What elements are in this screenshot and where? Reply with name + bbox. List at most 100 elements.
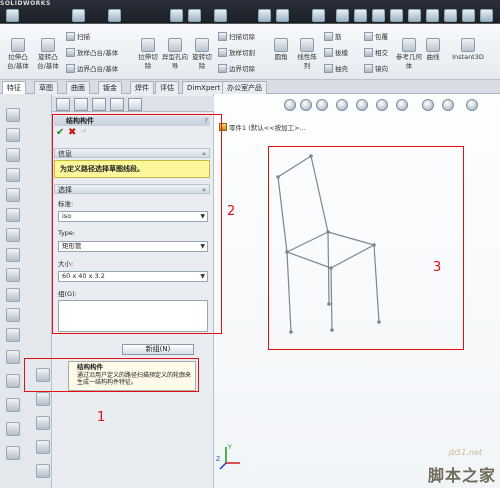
- annotation-box-1: [24, 358, 199, 392]
- lofted-cut-button[interactable]: 放样切割: [218, 48, 255, 58]
- select-icon[interactable]: [108, 9, 121, 22]
- appearance-icon[interactable]: [258, 9, 271, 22]
- reference-geometry-button[interactable]: 参考几何体: [396, 38, 422, 71]
- tool-icon-17[interactable]: [6, 446, 20, 460]
- tool-icon-8[interactable]: [6, 248, 20, 262]
- extruded-cut-button[interactable]: 拉伸切除: [136, 38, 160, 71]
- tool-icon-6[interactable]: [6, 208, 20, 222]
- linear-pattern-icon: [300, 38, 314, 52]
- sweep-icon: [66, 32, 75, 41]
- view-bottom-icon[interactable]: [426, 9, 439, 22]
- shell-button[interactable]: 抽壳: [324, 64, 348, 74]
- tool-icon-13[interactable]: [6, 350, 20, 364]
- tool-icon-2[interactable]: [6, 128, 20, 142]
- draft-button[interactable]: 拔模: [324, 48, 348, 58]
- new-group-button[interactable]: 新组(N): [122, 344, 194, 355]
- curves-icon: [426, 38, 440, 52]
- dimxpert-tab-icon[interactable]: [110, 98, 124, 111]
- tool-icon-16[interactable]: [6, 422, 20, 436]
- hide-show-icon[interactable]: [214, 9, 227, 22]
- shell-icon: [324, 64, 333, 73]
- view-front-icon[interactable]: [336, 9, 349, 22]
- tab-surfaces[interactable]: 曲面: [66, 81, 90, 94]
- extruded-boss-button[interactable]: 拉伸凸台/基体: [4, 38, 32, 71]
- view-left-icon[interactable]: [372, 9, 385, 22]
- annotation-box-2: [52, 114, 222, 334]
- intersect-button[interactable]: 相交: [364, 48, 388, 58]
- tool-icon-5[interactable]: [6, 188, 20, 202]
- tool-icon-11[interactable]: [6, 308, 20, 322]
- instant3d-icon: [461, 38, 475, 52]
- fillet-icon: [274, 38, 288, 52]
- watermark-text: 脚本之家: [427, 466, 496, 485]
- command-tabs: 特征 草图 曲面 钣金 焊件 评估 DimXpert 办公室产品: [0, 80, 500, 94]
- tab-evaluate[interactable]: 评估: [155, 81, 179, 94]
- tool-icon-12[interactable]: [6, 328, 20, 342]
- tab-sheet-metal[interactable]: 钣金: [98, 81, 122, 94]
- revolved-boss-button[interactable]: 旋转凸台/基体: [34, 38, 62, 71]
- tool-icon-7[interactable]: [6, 228, 20, 242]
- tool-icon-14[interactable]: [6, 374, 20, 388]
- instant3d-button[interactable]: Instant3D: [448, 38, 488, 62]
- hole-wizard-icon: [168, 38, 182, 52]
- tool-icon-1[interactable]: [6, 108, 20, 122]
- hole-wizard-button[interactable]: 异型孔向导: [162, 38, 188, 71]
- view-iso-icon[interactable]: [444, 9, 457, 22]
- property-manager-tab-icon[interactable]: [74, 98, 88, 111]
- annotation-label-1: 1: [97, 410, 106, 425]
- tab-office[interactable]: 办公室产品: [222, 81, 267, 94]
- scene-icon[interactable]: [276, 9, 289, 22]
- watermark: jb51.net 脚本之家: [386, 448, 500, 488]
- intersect-icon: [364, 48, 373, 57]
- revolved-cut-button[interactable]: 旋转切除: [190, 38, 214, 71]
- tool-icon-19[interactable]: [36, 416, 50, 430]
- boundary-cut-button[interactable]: 边界切除: [218, 64, 255, 74]
- configuration-tab-icon[interactable]: [92, 98, 106, 111]
- view-back-icon[interactable]: [354, 9, 367, 22]
- annotation-box-3: [268, 146, 464, 350]
- view-orient-icon[interactable]: [170, 9, 183, 22]
- view-top-icon[interactable]: [408, 9, 421, 22]
- feature-tree-tab-icon[interactable]: [56, 98, 70, 111]
- loft-button[interactable]: 放样凸台/基体: [66, 48, 118, 58]
- boundary-boss-button[interactable]: 边界凸台/基体: [66, 64, 118, 74]
- fillet-button[interactable]: 圆角: [270, 38, 292, 62]
- triad-y-label: Y: [227, 444, 232, 451]
- tool-icon-15[interactable]: [6, 398, 20, 412]
- view-dimetric-icon[interactable]: [480, 9, 493, 22]
- tool-icon-4[interactable]: [6, 168, 20, 182]
- view-right-icon[interactable]: [390, 9, 403, 22]
- sweep-button[interactable]: 扫描: [66, 32, 90, 42]
- loft-icon: [66, 48, 75, 57]
- display-style-icon[interactable]: [188, 9, 201, 22]
- mirror-icon: [364, 64, 373, 73]
- curves-button[interactable]: 曲线: [424, 38, 442, 62]
- tab-sketch[interactable]: 草图: [34, 81, 58, 94]
- tool-icon-9[interactable]: [6, 268, 20, 282]
- rib-button[interactable]: 筋: [324, 32, 342, 42]
- tab-dimxpert[interactable]: DimXpert: [182, 81, 226, 94]
- watermark-url: jb51.net: [448, 448, 482, 457]
- reference-geometry-icon: [402, 38, 416, 52]
- zoom-icon[interactable]: [72, 9, 85, 22]
- mirror-button[interactable]: 镜向: [364, 64, 388, 74]
- weldment-toolbar: [0, 94, 52, 488]
- tab-features[interactable]: 特征: [2, 81, 26, 94]
- annotation-label-3: 3: [433, 260, 442, 275]
- manager-tabs: [52, 96, 214, 112]
- tool-icon-21[interactable]: [36, 464, 50, 478]
- arrow-icon[interactable]: [312, 9, 325, 22]
- display-tab-icon[interactable]: [128, 98, 142, 111]
- tool-icon-18[interactable]: [36, 392, 50, 406]
- new-file-icon[interactable]: [6, 9, 19, 22]
- linear-pattern-button[interactable]: 线性阵列: [296, 38, 318, 71]
- wrap-button[interactable]: 包覆: [364, 32, 388, 42]
- view-trimetric-icon[interactable]: [462, 9, 475, 22]
- app-logo: SOLIDWORKS: [0, 0, 51, 7]
- tool-icon-3[interactable]: [6, 148, 20, 162]
- tool-icon-20[interactable]: [36, 440, 50, 454]
- draft-icon: [324, 48, 333, 57]
- tool-icon-10[interactable]: [6, 288, 20, 302]
- swept-cut-button[interactable]: 扫描切除: [218, 32, 255, 42]
- tab-weldments[interactable]: 焊件: [130, 81, 154, 94]
